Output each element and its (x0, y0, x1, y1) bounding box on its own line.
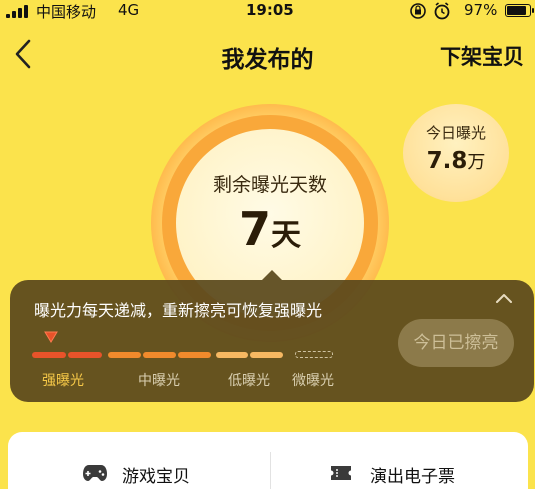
level-strong-segment (32, 352, 66, 358)
screen: 中国移动 4G 19:05 97% 我发布的 下架宝贝 剩余曝光天数 7天 今日… (0, 0, 535, 489)
tab-game-items-label: 游戏宝贝 (122, 467, 190, 487)
battery-percent: 97% (464, 1, 498, 19)
level-low-segment (250, 352, 283, 358)
current-level-marker-icon (44, 331, 58, 343)
carrier-name: 中国移动 (36, 3, 97, 21)
polish-today-button[interactable]: 今日已擦亮 (398, 319, 514, 367)
status-bar: 中国移动 4G 19:05 97% (0, 0, 535, 22)
level-micro-label: 微曝光 (292, 373, 334, 389)
remaining-days-value: 7天 (176, 202, 364, 256)
gamepad-icon (83, 465, 107, 481)
today-exposure-value: 7.8万 (403, 148, 509, 174)
exposure-info-message: 曝光力每天递减，重新擦亮可恢复强曝光 (34, 301, 323, 320)
ticket-icon (331, 466, 351, 480)
level-strong-label: 强曝光 (42, 373, 84, 389)
level-medium-segment (178, 352, 211, 358)
level-low-segment (216, 352, 248, 358)
tab-e-tickets[interactable]: 演出电子票 (330, 458, 480, 488)
level-medium-segment (143, 352, 176, 358)
lock-rotation-alarm-icon (410, 2, 450, 20)
chevron-up-icon[interactable] (492, 289, 516, 307)
today-exposure-number: 7.8 (426, 148, 468, 174)
level-medium-label: 中曝光 (138, 373, 180, 389)
battery-icon (505, 4, 534, 17)
remaining-days-unit: 天 (271, 218, 301, 253)
nav-bar: 我发布的 下架宝贝 (0, 30, 535, 80)
level-medium-segment (108, 352, 141, 358)
category-divider (270, 452, 271, 489)
signal-icon (6, 5, 32, 18)
panel-pointer (262, 270, 282, 280)
today-exposure-label: 今日曝光 (425, 124, 486, 142)
tab-game-items[interactable]: 游戏宝贝 (82, 458, 212, 488)
level-strong-segment (68, 352, 102, 358)
network-type: 4G (118, 1, 140, 19)
remaining-days-number: 7 (238, 202, 271, 256)
today-exposure-unit: 万 (467, 152, 486, 173)
remaining-days-label: 剩余曝光天数 (212, 174, 327, 196)
status-time: 19:05 (246, 1, 294, 19)
level-micro-segment (295, 351, 333, 358)
tab-e-tickets-label: 演出电子票 (370, 467, 455, 487)
delist-item-button[interactable]: 下架宝贝 (440, 41, 524, 71)
level-low-label: 低曝光 (228, 373, 270, 389)
